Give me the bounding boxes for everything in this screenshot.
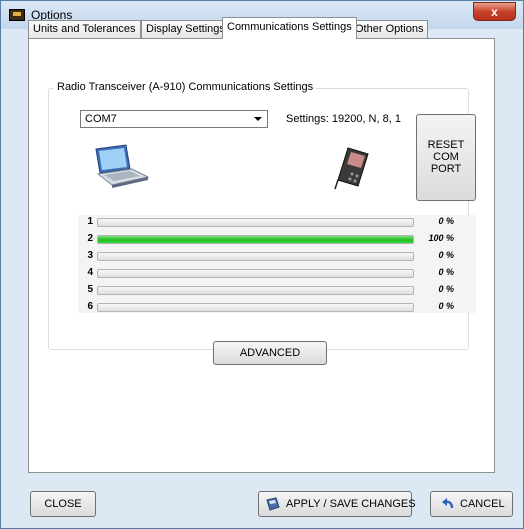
tab-display-settings[interactable]: Display Settings [141,20,230,38]
cancel-label: CANCEL [460,498,505,510]
channel-number: 1 [87,216,93,227]
channel-row-3: 3 0 % [78,249,476,264]
progress-bar [97,303,414,312]
com-port-select[interactable]: COM7 [80,110,268,128]
undo-arrow-icon [442,498,454,509]
close-icon: x [491,5,498,19]
serial-settings-text: Settings: 19200, N, 8, 1 [286,113,401,125]
window-close-button[interactable]: x [473,2,516,21]
progress-bar [97,235,414,244]
progress-bar [97,252,414,261]
apply-save-label: APPLY / SAVE CHANGES [286,498,416,510]
handheld-device-icon [334,147,369,190]
progress-percent: 0 % [438,216,454,226]
progress-bar [97,286,414,295]
channel-row-2: 2 100 % [78,232,476,247]
advanced-button[interactable]: ADVANCED [213,341,327,365]
close-button[interactable]: CLOSE [30,491,96,517]
progress-percent: 0 % [438,301,454,311]
channel-number: 5 [87,284,93,295]
reset-label-line3: PORT [430,163,462,175]
laptop-icon [95,144,150,188]
chevron-down-icon [254,117,262,121]
com-port-value: COM7 [85,113,117,125]
progress-bar [97,218,414,227]
progress-percent: 0 % [438,284,454,294]
tab-communications-settings[interactable]: Communications Settings [222,17,357,39]
tab-units-and-tolerances[interactable]: Units and Tolerances [28,20,141,38]
progress-percent: 0 % [438,250,454,260]
tab-other-options[interactable]: Other Options [350,20,429,38]
reset-label-line1: RESET [427,139,465,151]
channel-number: 2 [87,233,93,244]
group-title: Radio Transceiver (A-910) Communications… [54,81,317,93]
progress-percent: 100 % [428,233,454,243]
progress-bar [97,269,414,278]
channel-number: 3 [87,250,93,261]
channel-progress-list: 1 0 % 2 100 % 3 0 % 4 0 % 5 0 % 6 0 % [78,215,476,313]
channel-row-1: 1 0 % [78,215,476,230]
app-icon [9,9,25,21]
channel-row-4: 4 0 % [78,266,476,281]
progress-fill [98,236,413,243]
save-disk-icon [266,497,280,511]
apply-save-button[interactable]: APPLY / SAVE CHANGES [258,491,416,517]
progress-percent: 0 % [438,267,454,277]
reset-com-port-button[interactable]: RESET COM PORT [416,114,476,201]
reset-label-line2: COM [433,151,459,163]
channel-row-6: 6 0 % [78,300,476,315]
channel-number: 4 [87,267,93,278]
cancel-button[interactable]: CANCEL [430,491,513,517]
channel-number: 6 [87,301,93,312]
channel-row-5: 5 0 % [78,283,476,298]
